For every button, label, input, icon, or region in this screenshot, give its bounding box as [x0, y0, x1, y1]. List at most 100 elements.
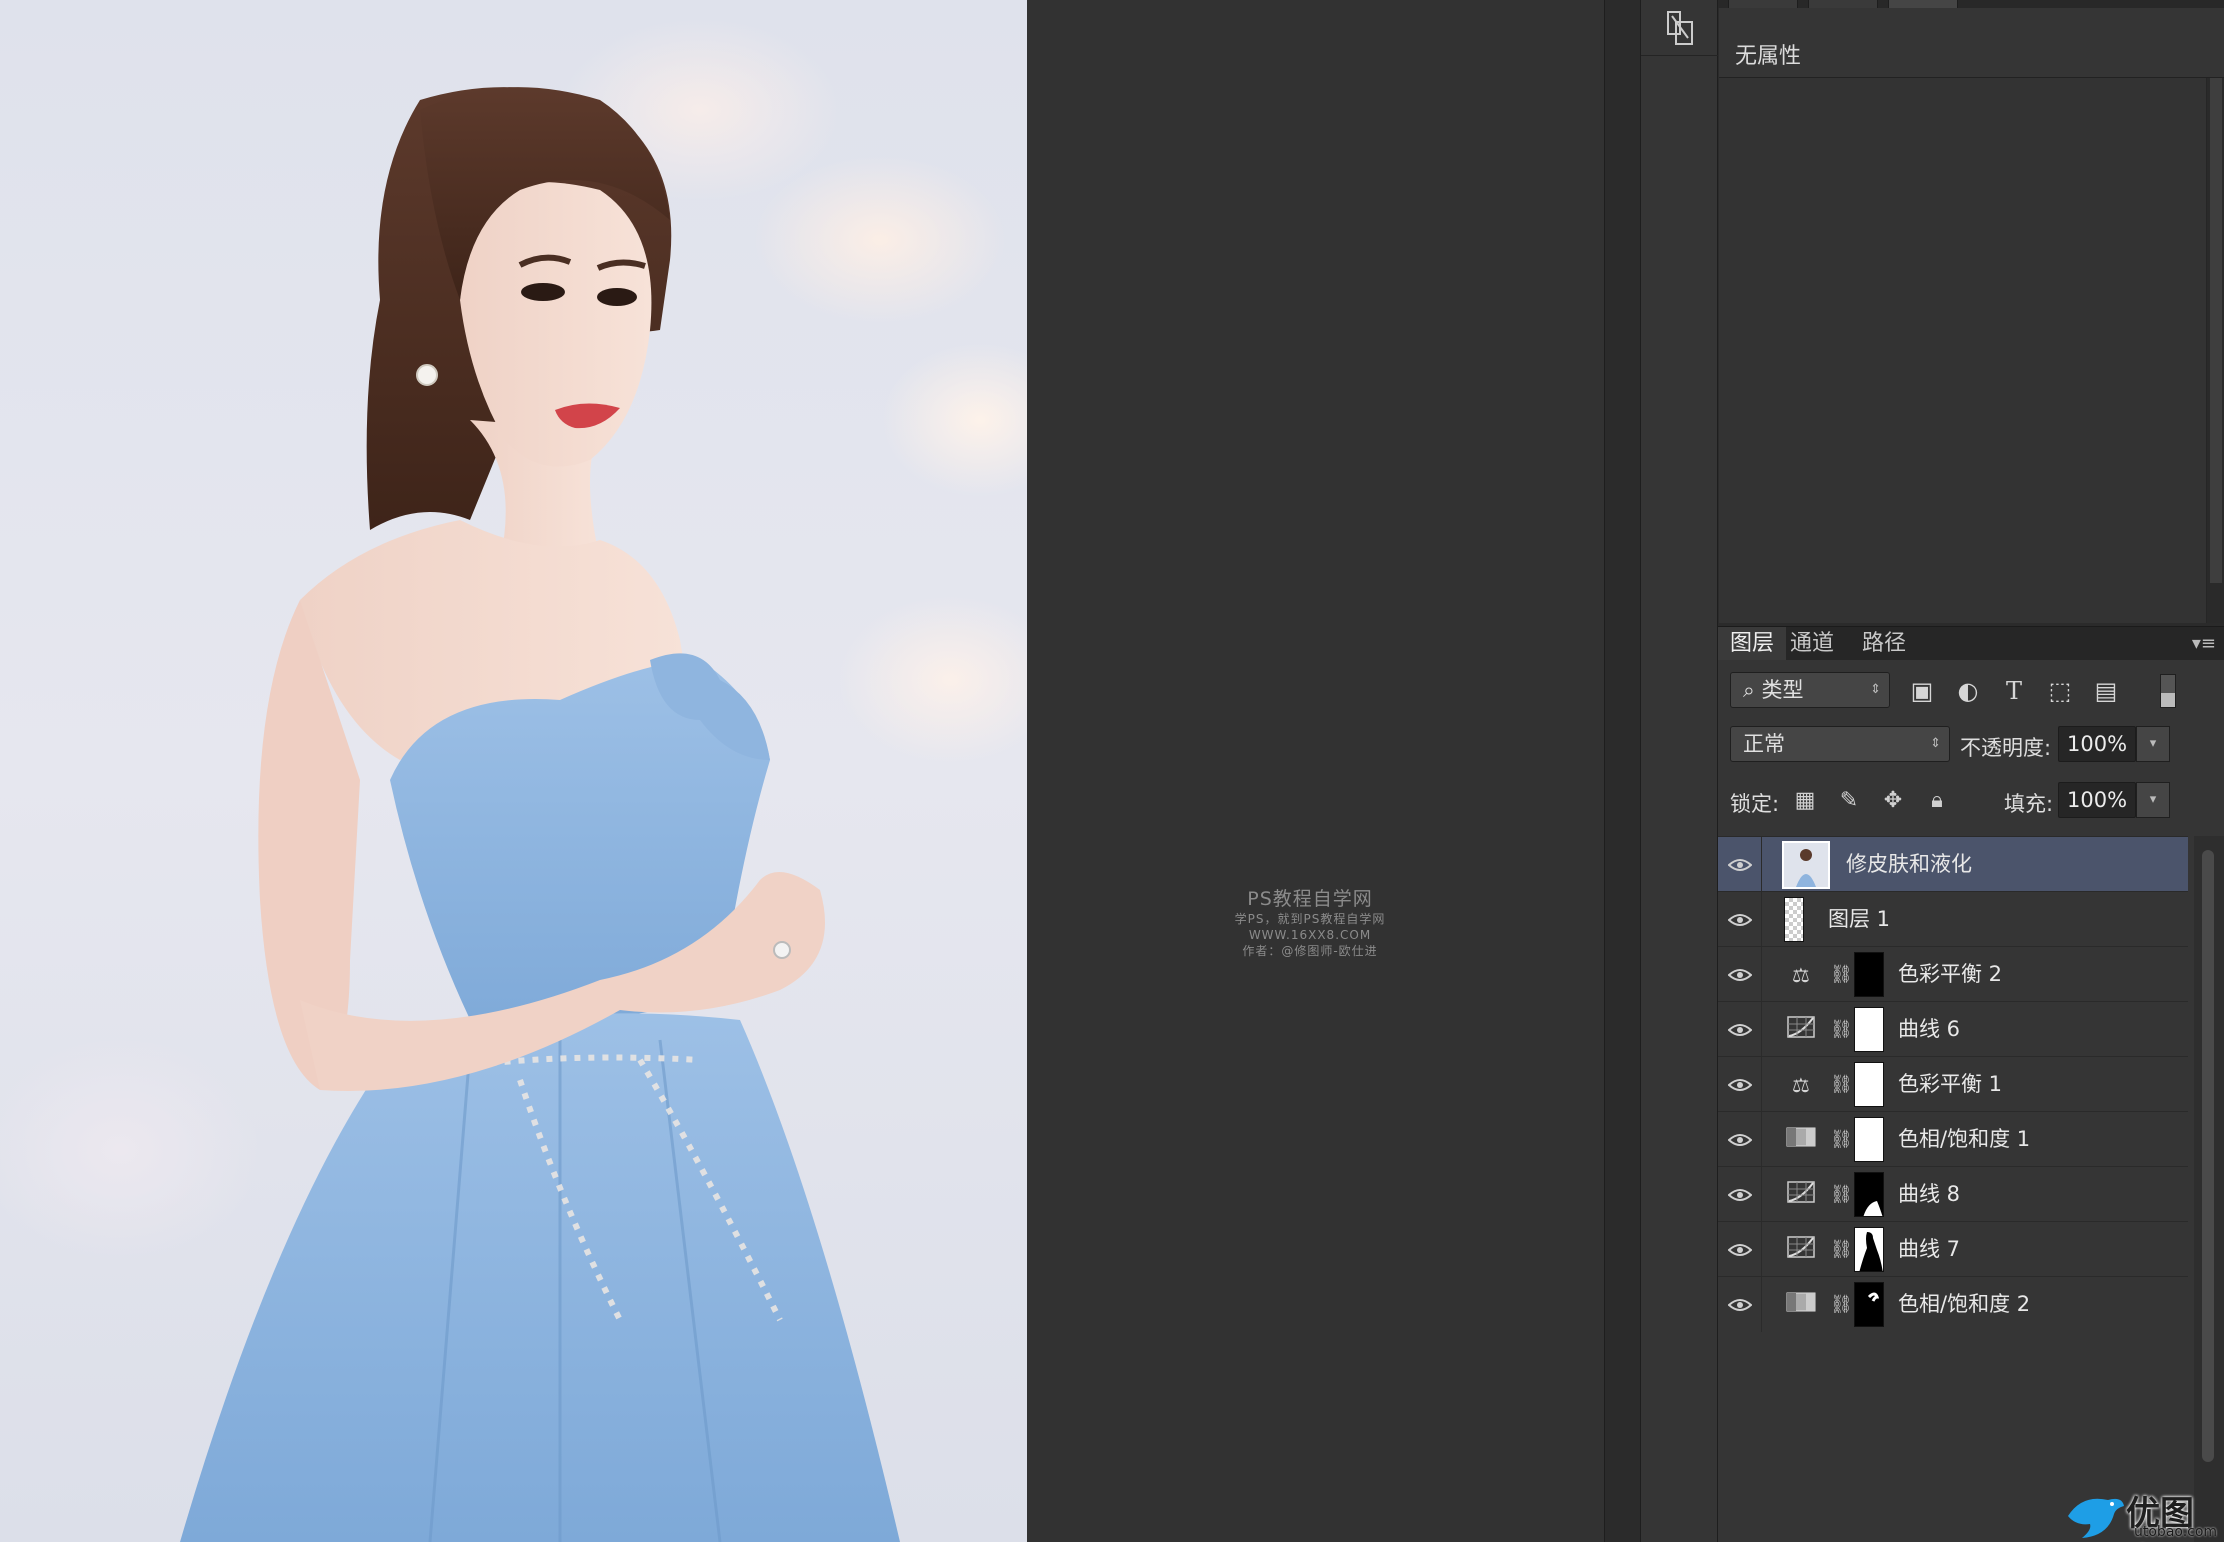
paragraph-style-icon: [1667, 10, 1693, 45]
filter-type-icon[interactable]: T: [1996, 674, 2032, 708]
color-balance-icon: ⚖: [1792, 963, 1810, 987]
layer-mask-thumbnail[interactable]: [1854, 1227, 1884, 1272]
mask-link-icon[interactable]: ⛓: [1830, 1291, 1853, 1319]
opacity-input[interactable]: 100%: [2058, 726, 2136, 762]
mask-link-icon[interactable]: ⛓: [1830, 1016, 1853, 1044]
visibility-eye-icon[interactable]: [1718, 1167, 1762, 1222]
watermark-line-1: PS教程自学网: [1247, 888, 1373, 910]
layer-name: 色相/饱和度 1: [1898, 1127, 2031, 1151]
layer-row[interactable]: ⛓ 曲线 8: [1718, 1166, 2188, 1222]
layer-mask-thumbnail[interactable]: [1854, 1007, 1884, 1052]
layer-mask-thumbnail[interactable]: [1854, 952, 1884, 997]
logo-url: utobao.com: [2134, 1524, 2218, 1540]
filter-shape-icon[interactable]: ⬚: [2042, 674, 2078, 708]
curves-icon: [1784, 1016, 1818, 1044]
lock-label: 锁定:: [1730, 792, 1780, 816]
lock-all-icon[interactable]: 🔒︎: [1922, 786, 1952, 816]
canvas-photo[interactable]: [0, 0, 1027, 1542]
layer-row[interactable]: ⛓ 曲线 7: [1718, 1221, 2188, 1277]
visibility-eye-icon[interactable]: [1718, 1277, 1762, 1332]
layer-row[interactable]: ⚖ ⛓ 色彩平衡 2: [1718, 946, 2188, 1002]
layer-mask-thumbnail[interactable]: [1854, 1172, 1884, 1217]
layers-panel: ⌕ 类型 ⇕ ▣ ◐ T ⬚ ▤ 正常 ⇕ 不透明度: 100% ▾ 锁定: ▦…: [1718, 660, 2224, 1542]
mask-link-icon[interactable]: ⛓: [1830, 1236, 1853, 1264]
lock-position-icon[interactable]: ✥: [1878, 786, 1908, 816]
bird-logo-icon: [2068, 1498, 2124, 1538]
blend-mode-value: 正常: [1743, 732, 1785, 756]
tab-paths[interactable]: 路径: [1850, 627, 1918, 661]
paragraph-panel-button[interactable]: [1641, 0, 1719, 56]
layer-mask-thumbnail[interactable]: [1854, 1117, 1884, 1162]
tab-styles[interactable]: [1808, 0, 1878, 8]
opacity-label: 不透明度:: [1960, 736, 2052, 760]
layer-mask-thumbnail[interactable]: [1854, 1062, 1884, 1107]
updown-arrow-icon: ⇕: [1870, 682, 1881, 697]
visibility-eye-icon[interactable]: [1718, 1057, 1762, 1112]
blend-mode-select[interactable]: 正常 ⇕: [1730, 726, 1950, 762]
lock-transparent-pixels-icon[interactable]: ▦: [1790, 786, 1820, 816]
lock-image-pixels-icon[interactable]: ✎: [1834, 786, 1864, 816]
properties-scrollbar[interactable]: [2206, 78, 2224, 623]
layer-row[interactable]: ⛓ 色相/饱和度 1: [1718, 1111, 2188, 1167]
fill-input[interactable]: 100%: [2058, 782, 2136, 818]
curves-icon: [1784, 1181, 1818, 1209]
panel-dock-strip: [1640, 0, 1719, 1542]
opacity-dropdown-button[interactable]: ▾: [2136, 726, 2170, 762]
properties-header: 无属性: [1719, 8, 2224, 78]
tab-layers[interactable]: 图层: [1718, 627, 1787, 661]
mask-link-icon[interactable]: ⛓: [1830, 1126, 1853, 1154]
layer-row[interactable]: ⛓ 色相/饱和度 2: [1718, 1276, 2188, 1332]
layer-name: 曲线 8: [1898, 1182, 1961, 1206]
filter-smart-object-icon[interactable]: ▤: [2088, 674, 2124, 708]
layer-name: 色彩平衡 1: [1898, 1072, 2003, 1096]
filter-pixel-icon[interactable]: ▣: [1904, 674, 1940, 708]
panel-menu-icon[interactable]: ▾≡: [2192, 633, 2216, 654]
properties-body: [1719, 78, 2224, 623]
fill-dropdown-button[interactable]: ▾: [2136, 782, 2170, 818]
layer-filter-label: 类型: [1761, 678, 1804, 702]
visibility-eye-icon[interactable]: [1718, 837, 1762, 892]
right-panels: 无属性 图层 通道 路径 ▾≡ ⌕ 类型 ⇕ ▣ ◐ T ⬚ ▤ 正常 ⇕ 不透…: [1718, 0, 2224, 1542]
mask-link-icon[interactable]: ⛓: [1830, 961, 1853, 989]
layer-row[interactable]: ⛓ 曲线 6: [1718, 1001, 2188, 1057]
tab-channels[interactable]: 通道: [1778, 627, 1846, 661]
site-logo: 优图宝 utobao.com: [2062, 1486, 2224, 1542]
mask-link-icon[interactable]: ⛓: [1830, 1071, 1853, 1099]
layer-thumbnail-transparent: [1784, 897, 1804, 942]
layer-name: 色彩平衡 2: [1898, 962, 2003, 986]
visibility-eye-icon[interactable]: [1718, 1112, 1762, 1167]
visibility-eye-icon[interactable]: [1718, 892, 1762, 947]
tab-adjustments[interactable]: [1728, 0, 1798, 8]
document-canvas-area[interactable]: [1027, 0, 1604, 1542]
properties-tab-strip: [1718, 0, 2224, 8]
visibility-eye-icon[interactable]: [1718, 1222, 1762, 1277]
visibility-eye-icon[interactable]: [1718, 947, 1762, 1002]
layer-mask-thumbnail[interactable]: [1854, 1282, 1884, 1327]
layer-name: 曲线 7: [1898, 1237, 1961, 1261]
portrait-illustration: [180, 87, 900, 1542]
layer-list: 修皮肤和液化 图层 1 ⚖ ⛓ 色彩平衡 2 ⛓ 曲线 6 ⚖ ⛓ 色彩平衡 1…: [1718, 836, 2188, 1542]
updown-arrow-icon: ⇕: [1930, 736, 1941, 751]
filter-toggle-switch[interactable]: [2160, 674, 2176, 708]
fill-label: 填充:: [2004, 792, 2054, 816]
mask-link-icon[interactable]: ⛓: [1830, 1181, 1853, 1209]
layer-filter-select[interactable]: ⌕ 类型 ⇕: [1730, 672, 1890, 708]
layers-scrollbar[interactable]: [2194, 836, 2224, 1542]
filter-adjustment-icon[interactable]: ◐: [1950, 674, 1986, 708]
photoshop-window: PS教程自学网 学PS，就到PS教程自学网 WWW.16XX8.COM 作者：@…: [0, 0, 2224, 1542]
layer-row[interactable]: 图层 1: [1718, 891, 2188, 947]
layer-row[interactable]: ⚖ ⛓ 色彩平衡 1: [1718, 1056, 2188, 1112]
properties-title: 无属性: [1735, 44, 1802, 69]
layer-name: 修皮肤和液化: [1846, 852, 1972, 876]
tab-properties[interactable]: [1888, 0, 1958, 8]
visibility-eye-icon[interactable]: [1718, 1002, 1762, 1057]
watermark-line-2: 学PS，就到PS教程自学网: [1234, 912, 1386, 926]
watermark-line-3: WWW.16XX8.COM: [1248, 928, 1372, 942]
hue-saturation-icon: [1784, 1291, 1818, 1319]
layer-row[interactable]: 修皮肤和液化: [1718, 836, 2188, 892]
watermark: PS教程自学网 学PS，就到PS教程自学网 WWW.16XX8.COM 作者：@…: [1200, 884, 1420, 959]
search-icon: ⌕: [1743, 678, 1755, 702]
canvas-vertical-scrollbar[interactable]: [1604, 0, 1640, 1542]
color-balance-icon: ⚖: [1792, 1073, 1810, 1097]
layer-name: 曲线 6: [1898, 1017, 1961, 1041]
